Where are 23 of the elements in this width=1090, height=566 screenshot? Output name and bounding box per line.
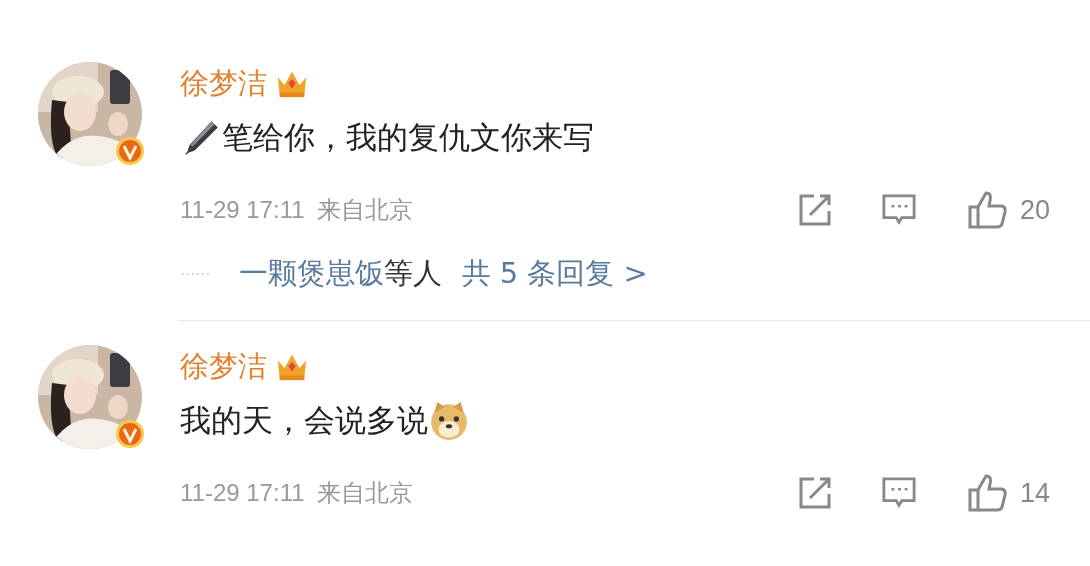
comment-time: 11-29 17:11 — [180, 479, 305, 507]
verified-badge-icon — [115, 136, 145, 166]
thumbs-up-icon[interactable] — [968, 474, 1008, 512]
comment-icon[interactable] — [882, 476, 916, 510]
thumbs-up-icon[interactable] — [968, 191, 1008, 229]
ellipsis-dots: ······ — [180, 264, 211, 284]
username[interactable]: 徐梦洁 — [180, 347, 267, 387]
comment-icon[interactable] — [882, 193, 916, 227]
comment-location: 来自北京 — [316, 478, 413, 508]
like-count: 20 — [1020, 194, 1052, 226]
verified-badge-icon — [115, 419, 145, 449]
share-icon[interactable] — [798, 193, 832, 227]
comment-text: 我的天，会说多说 — [180, 401, 428, 440]
like-count: 14 — [1020, 477, 1052, 509]
reply-suffix: 等人 — [383, 255, 442, 292]
comment-location: 来自北京 — [316, 195, 413, 225]
username[interactable]: 徐梦洁 — [180, 64, 267, 104]
reply-usernames[interactable]: 一颗煲崽饭 — [238, 254, 384, 294]
dog-face-icon — [428, 400, 470, 442]
comment-time: 11-29 17:11 — [180, 196, 305, 224]
share-icon[interactable] — [798, 476, 832, 510]
reply-count-link[interactable]: 共 5 条回复 > — [461, 254, 648, 294]
comment-text: 笔给你，我的复仇文你来写 — [222, 118, 594, 157]
